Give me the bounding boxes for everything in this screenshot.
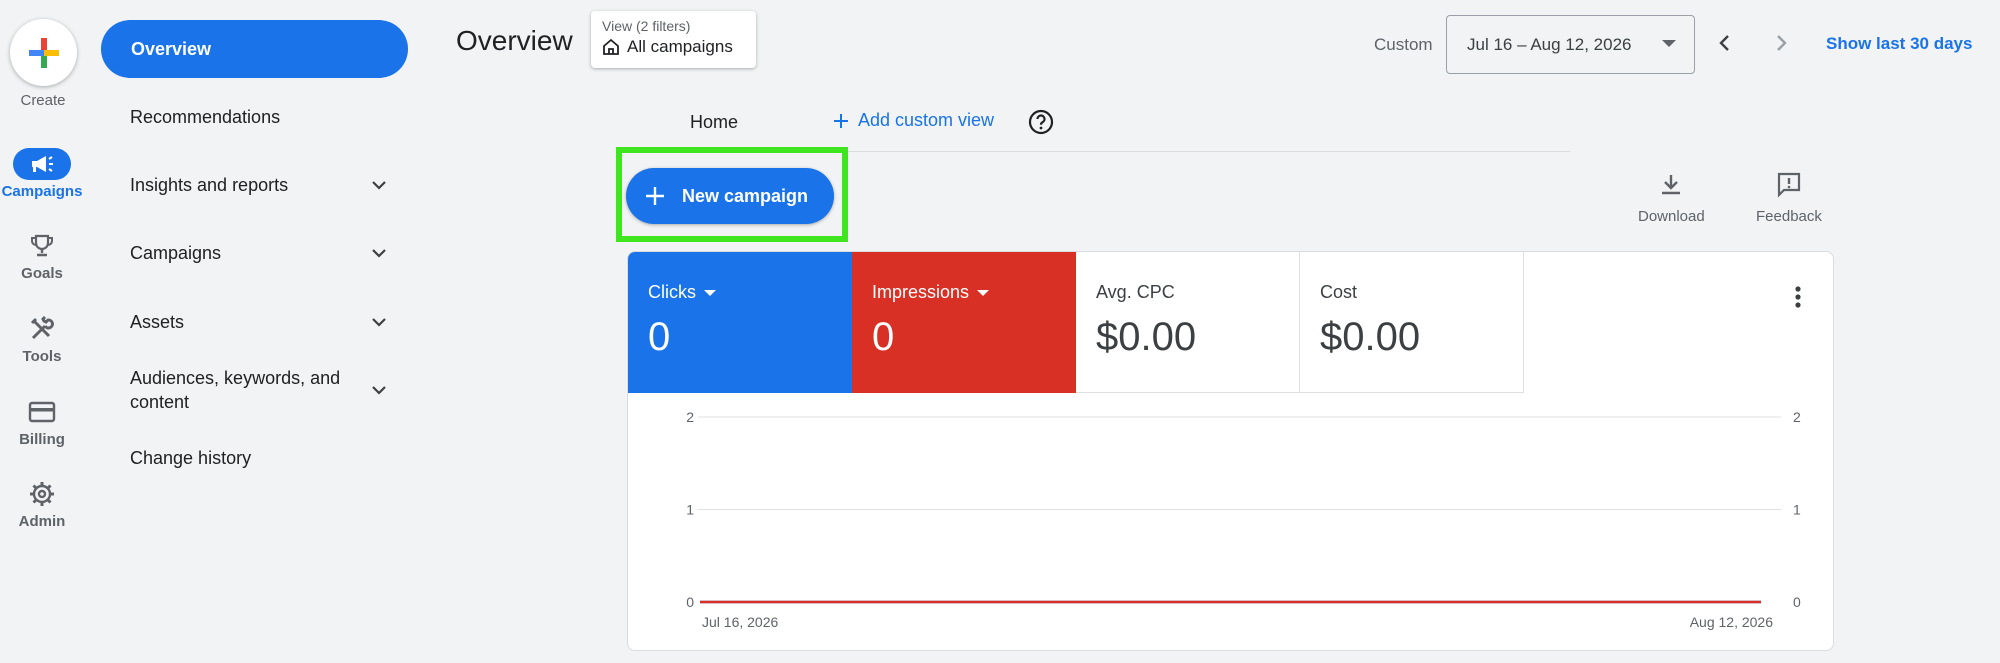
metric-value: $0.00	[1096, 315, 1197, 359]
metric-value: 0	[648, 315, 671, 359]
nav-item-recommendations[interactable]: Recommendations	[130, 105, 390, 129]
y-tick-label-left: 1	[686, 502, 694, 518]
nav-item-insights[interactable]: Insights and reports	[130, 173, 390, 197]
y-tick-label-right: 2	[1793, 409, 1801, 425]
help-icon[interactable]	[1028, 109, 1054, 135]
rail-item-billing[interactable]: Billing	[0, 396, 84, 448]
rail-item-goals[interactable]: Goals	[0, 230, 84, 282]
date-mode-label: Custom	[1374, 35, 1433, 54]
y-tick-label-right: 0	[1793, 594, 1801, 610]
next-period-button[interactable]	[1766, 28, 1796, 58]
download-icon	[1662, 175, 1681, 195]
previous-period-button[interactable]	[1710, 28, 1740, 58]
plus-icon	[834, 113, 848, 128]
chevron-right-icon	[1777, 35, 1787, 51]
left-rail: Create Campaigns Goals Tools Billing Adm…	[0, 0, 86, 663]
view-name: All campaigns	[627, 37, 733, 56]
x-tick-label: Jul 16, 2026	[702, 614, 778, 630]
performance-card: Clicks 0 Impressions 0 Avg. CPC $0.00 Co…	[627, 251, 1834, 651]
view-filter-selector[interactable]: View (2 filters) All campaigns	[591, 11, 756, 68]
more-options-icon[interactable]	[1786, 282, 1810, 312]
date-range-text: Jul 16 – Aug 12, 2026	[1467, 34, 1632, 54]
nav-item-campaigns[interactable]: Campaigns	[130, 241, 390, 265]
home-icon	[603, 38, 619, 55]
feedback-button[interactable]: Feedback	[1756, 170, 1822, 225]
show-last-30-days-link[interactable]: Show last 30 days	[1826, 34, 1972, 54]
chevron-down-icon	[372, 386, 386, 395]
download-button[interactable]: Download	[1638, 170, 1705, 225]
rail-item-admin[interactable]: Admin	[0, 478, 84, 530]
nav-item-change-history[interactable]: Change history	[130, 446, 390, 470]
chevron-down-icon	[372, 249, 386, 258]
gear-icon	[30, 482, 54, 506]
y-tick-label-left: 0	[686, 594, 694, 610]
y-tick-label-left: 2	[686, 409, 694, 425]
x-tick-label: Aug 12, 2026	[1690, 614, 1774, 630]
nav-item-assets[interactable]: Assets	[130, 310, 390, 334]
plus-icon	[28, 37, 59, 68]
metric-impressions[interactable]: Impressions 0	[852, 252, 1076, 393]
new-campaign-button[interactable]: New campaign	[626, 168, 834, 224]
metric-avg-cpc[interactable]: Avg. CPC $0.00	[1076, 252, 1300, 393]
credit-card-icon	[28, 401, 56, 423]
performance-chart: 0 0 1 1 2 2 Jul 16, 2026 Aug 12, 2026	[686, 409, 1801, 630]
chevron-left-icon	[1719, 35, 1729, 51]
rail-item-tools[interactable]: Tools	[0, 313, 84, 365]
y-tick-label-right: 1	[1793, 502, 1801, 518]
chevron-down-icon	[372, 181, 386, 190]
dropdown-caret-icon	[1662, 40, 1676, 47]
add-custom-view-button[interactable]: Add custom view	[832, 110, 994, 131]
feedback-icon	[1777, 172, 1801, 198]
metric-value: 0	[872, 315, 895, 359]
megaphone-icon	[32, 156, 53, 172]
date-range-selector[interactable]: Jul 16 – Aug 12, 2026	[1446, 15, 1695, 74]
tools-icon	[30, 316, 54, 340]
nav-item-audiences[interactable]: Audiences, keywords, and content	[130, 366, 390, 414]
rail-item-campaigns[interactable]: Campaigns	[0, 148, 84, 200]
page-title: Overview	[456, 25, 573, 56]
metric-value: $0.00	[1320, 315, 1421, 359]
tab-home[interactable]: Home	[690, 112, 738, 133]
chevron-down-icon	[372, 318, 386, 327]
plus-icon	[646, 187, 664, 205]
dropdown-caret-icon	[977, 289, 990, 296]
metric-cost[interactable]: Cost $0.00	[1300, 252, 1524, 393]
dropdown-caret-icon	[704, 289, 716, 296]
nav-item-overview[interactable]: Overview	[101, 20, 408, 78]
create-button[interactable]	[10, 19, 77, 86]
trophy-icon	[31, 234, 53, 257]
create-label: Create	[20, 92, 66, 109]
view-filter-count: View (2 filters)	[602, 18, 691, 34]
metric-clicks[interactable]: Clicks 0	[628, 252, 852, 393]
